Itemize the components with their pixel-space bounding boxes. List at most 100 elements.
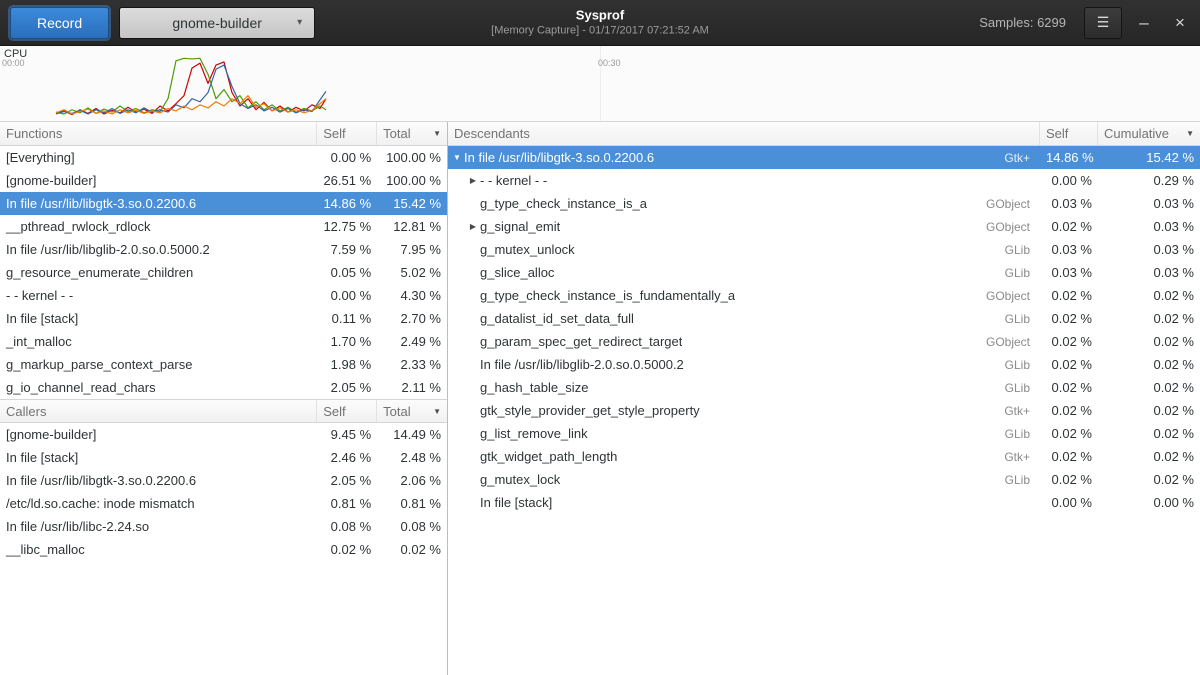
tree-row[interactable]: ▶g_signal_emitGObject0.02 %0.03 % <box>448 215 1200 238</box>
table-row[interactable]: - - kernel - -0.00 %4.30 % <box>0 284 447 307</box>
menu-button[interactable]: ☰ <box>1084 7 1122 39</box>
descendant-name-cell: g_hash_table_sizeGLib <box>448 380 1040 395</box>
table-row[interactable]: /etc/ld.so.cache: inode mismatch0.81 %0.… <box>0 492 447 515</box>
tree-row[interactable]: In file [stack]0.00 %0.00 % <box>448 491 1200 514</box>
function-name-cell: In file /usr/lib/libc-2.24.so <box>0 519 317 534</box>
descendant-name-cell: gtk_widget_path_lengthGtk+ <box>448 449 1040 464</box>
hamburger-icon: ☰ <box>1097 14 1110 30</box>
total-percent-cell: 2.33 % <box>377 357 447 372</box>
table-row[interactable]: In file [stack]0.11 %2.70 % <box>0 307 447 330</box>
library-category-tag: GLib <box>997 358 1040 372</box>
cumulative-percent-cell: 0.03 % <box>1098 196 1200 211</box>
sort-arrow-icon: ▼ <box>433 129 441 138</box>
library-category-tag: GLib <box>997 312 1040 326</box>
expander-open-icon[interactable]: ▼ <box>450 153 464 162</box>
tree-row[interactable]: In file /usr/lib/libglib-2.0.so.0.5000.2… <box>448 353 1200 376</box>
close-icon: × <box>1175 13 1185 32</box>
column-header-functions[interactable]: Functions <box>0 122 317 145</box>
tree-row[interactable]: g_slice_allocGLib0.03 %0.03 % <box>448 261 1200 284</box>
tree-row[interactable]: g_param_spec_get_redirect_targetGObject0… <box>448 330 1200 353</box>
function-name-cell: In file /usr/lib/libgtk-3.so.0.2200.6 <box>0 196 317 211</box>
cumulative-percent-cell: 0.00 % <box>1098 495 1200 510</box>
tree-row[interactable]: g_datalist_id_set_data_fullGLib0.02 %0.0… <box>448 307 1200 330</box>
descendant-name-cell: ▼In file /usr/lib/libgtk-3.so.0.2200.6Gt… <box>448 150 1040 165</box>
callers-table-header: Callers Self Total ▼ <box>0 399 447 423</box>
self-percent-cell: 0.02 % <box>1040 472 1098 487</box>
function-name-cell: [gnome-builder] <box>0 173 317 188</box>
cumulative-percent-cell: 0.02 % <box>1098 472 1200 487</box>
self-percent-cell: 2.05 % <box>317 380 377 395</box>
column-header-total-label: Total <box>383 126 410 141</box>
self-percent-cell: 0.02 % <box>1040 288 1098 303</box>
descendant-name-cell: ▶- - kernel - - <box>448 173 1040 188</box>
tree-row[interactable]: ▼In file /usr/lib/libgtk-3.so.0.2200.6Gt… <box>448 146 1200 169</box>
tree-row[interactable]: g_list_remove_linkGLib0.02 %0.02 % <box>448 422 1200 445</box>
descendant-name-cell: g_datalist_id_set_data_fullGLib <box>448 311 1040 326</box>
cpu-graph[interactable]: CPU 00:00 00:30 <box>0 46 1200 122</box>
expander-closed-icon[interactable]: ▶ <box>466 222 480 231</box>
self-percent-cell: 0.02 % <box>1040 426 1098 441</box>
self-percent-cell: 0.81 % <box>317 496 377 511</box>
function-name-cell: _int_malloc <box>0 334 317 349</box>
table-row[interactable]: In file /usr/lib/libgtk-3.so.0.2200.62.0… <box>0 469 447 492</box>
tree-row[interactable]: g_mutex_unlockGLib0.03 %0.03 % <box>448 238 1200 261</box>
callers-table-body: [gnome-builder]9.45 %14.49 %In file [sta… <box>0 423 447 561</box>
self-percent-cell: 0.02 % <box>1040 311 1098 326</box>
function-name: g_type_check_instance_is_a <box>480 196 647 211</box>
tree-row[interactable]: g_type_check_instance_is_aGObject0.03 %0… <box>448 192 1200 215</box>
record-button[interactable]: Record <box>10 7 109 39</box>
functions-table-body: [Everything]0.00 %100.00 %[gnome-builder… <box>0 146 447 399</box>
table-row[interactable]: _int_malloc1.70 %2.49 % <box>0 330 447 353</box>
column-header-total[interactable]: Total ▼ <box>377 122 447 145</box>
self-percent-cell: 0.11 % <box>317 311 377 326</box>
library-category-tag: Gtk+ <box>996 450 1040 464</box>
tree-row[interactable]: g_type_check_instance_is_fundamentally_a… <box>448 284 1200 307</box>
left-pane: Functions Self Total ▼ [Everything]0.00 … <box>0 122 448 675</box>
column-header-self[interactable]: Self <box>317 122 377 145</box>
total-percent-cell: 100.00 % <box>377 150 447 165</box>
function-name-cell: /etc/ld.so.cache: inode mismatch <box>0 496 317 511</box>
table-row[interactable]: In file /usr/lib/libglib-2.0.so.0.5000.2… <box>0 238 447 261</box>
tree-row[interactable]: gtk_widget_path_lengthGtk+0.02 %0.02 % <box>448 445 1200 468</box>
table-row[interactable]: [gnome-builder]26.51 %100.00 % <box>0 169 447 192</box>
tree-row[interactable]: gtk_style_provider_get_style_propertyGtk… <box>448 399 1200 422</box>
table-row[interactable]: In file /usr/lib/libgtk-3.so.0.2200.614.… <box>0 192 447 215</box>
table-row[interactable]: __pthread_rwlock_rdlock12.75 %12.81 % <box>0 215 447 238</box>
table-row[interactable]: g_markup_parse_context_parse1.98 %2.33 % <box>0 353 447 376</box>
column-header-total[interactable]: Total ▼ <box>377 400 447 422</box>
column-header-cumulative[interactable]: Cumulative ▼ <box>1098 122 1200 145</box>
close-button[interactable]: × <box>1166 9 1194 37</box>
window-title: Sysprof <box>491 7 709 24</box>
table-row[interactable]: [Everything]0.00 %100.00 % <box>0 146 447 169</box>
table-row[interactable]: In file /usr/lib/libc-2.24.so0.08 %0.08 … <box>0 515 447 538</box>
cumulative-percent-cell: 0.02 % <box>1098 449 1200 464</box>
minimize-button[interactable]: – <box>1130 9 1158 37</box>
library-category-tag: GObject <box>978 220 1040 234</box>
table-row[interactable]: [gnome-builder]9.45 %14.49 % <box>0 423 447 446</box>
expander-closed-icon[interactable]: ▶ <box>466 176 480 185</box>
table-row[interactable]: In file [stack]2.46 %2.48 % <box>0 446 447 469</box>
column-header-descendants[interactable]: Descendants <box>448 122 1040 145</box>
column-header-self[interactable]: Self <box>1040 122 1098 145</box>
descendant-name-cell: g_list_remove_linkGLib <box>448 426 1040 441</box>
self-percent-cell: 12.75 % <box>317 219 377 234</box>
column-header-self[interactable]: Self <box>317 400 377 422</box>
target-dropdown[interactable]: gnome-builder ▾ <box>119 7 315 39</box>
function-name: g_type_check_instance_is_fundamentally_a <box>480 288 735 303</box>
total-percent-cell: 2.70 % <box>377 311 447 326</box>
tree-row[interactable]: g_mutex_lockGLib0.02 %0.02 % <box>448 468 1200 491</box>
tree-row[interactable]: g_hash_table_sizeGLib0.02 %0.02 % <box>448 376 1200 399</box>
total-percent-cell: 12.81 % <box>377 219 447 234</box>
total-percent-cell: 5.02 % <box>377 265 447 280</box>
sort-arrow-icon: ▼ <box>433 407 441 416</box>
descendant-name-cell: g_type_check_instance_is_aGObject <box>448 196 1040 211</box>
table-row[interactable]: g_resource_enumerate_children0.05 %5.02 … <box>0 261 447 284</box>
self-percent-cell: 1.70 % <box>317 334 377 349</box>
tree-row[interactable]: ▶- - kernel - -0.00 %0.29 % <box>448 169 1200 192</box>
table-row[interactable]: g_io_channel_read_chars2.05 %2.11 % <box>0 376 447 399</box>
library-category-tag: GLib <box>997 473 1040 487</box>
table-row[interactable]: __libc_malloc0.02 %0.02 % <box>0 538 447 561</box>
self-percent-cell: 2.46 % <box>317 450 377 465</box>
column-header-callers[interactable]: Callers <box>0 400 317 422</box>
function-name: In file /usr/lib/libglib-2.0.so.0.5000.2 <box>480 357 684 372</box>
